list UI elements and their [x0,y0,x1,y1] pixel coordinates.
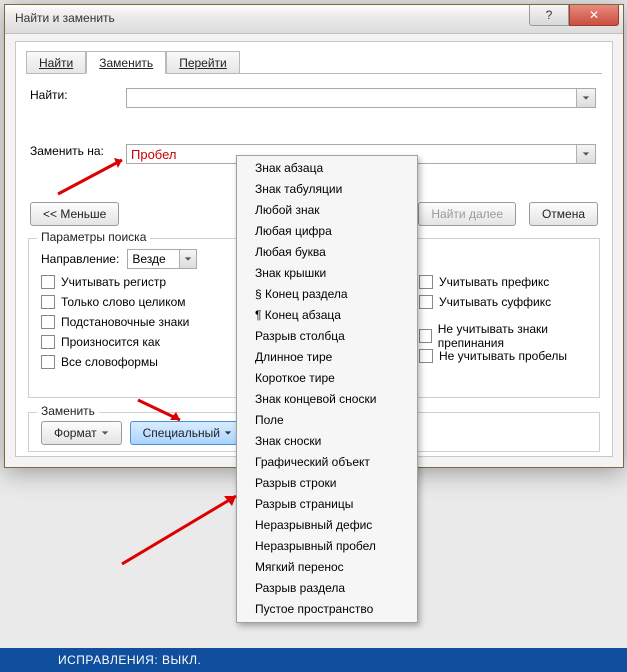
chevron-down-icon [184,255,192,263]
find-row: Найти: [30,88,126,102]
menu-item[interactable]: Неразрывный пробел [237,536,417,557]
menu-item[interactable]: Разрыв раздела [237,578,417,599]
replace-row: Заменить на: [30,144,126,158]
checkbox-icon [41,335,55,349]
menu-item[interactable]: § Конец раздела [237,284,417,305]
special-menu[interactable]: Знак абзаца Знак табуляции Любой знак Лю… [236,155,418,623]
tab-goto[interactable]: Перейти [166,51,240,74]
status-text: ИСПРАВЛЕНИЯ: ВЫКЛ. [58,653,201,667]
left-checks: Учитывать регистр Только слово целиком П… [41,273,189,371]
menu-item[interactable]: Любой знак [237,200,417,221]
menu-item[interactable]: Пустое пространство [237,599,417,620]
chevron-down-icon [582,150,590,158]
direction-label: Направление: [41,252,119,266]
tab-find[interactable]: Найти [26,51,86,74]
menu-item[interactable]: Мягкий перенос [237,557,417,578]
menu-item[interactable]: Знак абзаца [237,158,417,179]
caret-down-icon [224,426,232,440]
check-whole-word[interactable]: Только слово целиком [41,293,189,311]
status-bar: ИСПРАВЛЕНИЯ: ВЫКЛ. [0,648,627,672]
cancel-wrap: Отмена [529,202,598,226]
check-sounds-like[interactable]: Произносится как [41,333,189,351]
close-icon: ✕ [589,8,599,22]
check-ignore-punct[interactable]: Не учитывать знаки препинания [419,327,599,345]
replace-group-title: Заменить [37,404,99,418]
tab-replace[interactable]: Заменить [86,51,166,74]
find-next-button[interactable]: Найти далее [418,202,516,226]
replace-label: Заменить на: [30,144,126,158]
menu-item[interactable]: Знак концевой сноски [237,389,417,410]
checkbox-icon [419,275,433,289]
help-button[interactable]: ? [529,5,569,26]
menu-item[interactable]: Знак табуляции [237,179,417,200]
check-prefix[interactable]: Учитывать префикс [419,273,599,291]
menu-item[interactable]: ¶ Конец абзаца [237,305,417,326]
checkbox-icon [419,295,433,309]
close-button[interactable]: ✕ [569,5,619,26]
find-input[interactable] [126,88,596,108]
checkbox-icon [41,355,55,369]
check-match-case[interactable]: Учитывать регистр [41,273,189,291]
checkbox-icon [41,295,55,309]
window-title: Найти и заменить [15,11,115,25]
menu-item[interactable]: Знак сноски [237,431,417,452]
direction-drop[interactable] [179,250,196,268]
chevron-down-icon [582,94,590,102]
menu-item[interactable]: Знак крышки [237,263,417,284]
help-icon: ? [546,8,553,22]
check-suffix[interactable]: Учитывать суффикс [419,293,599,311]
menu-item[interactable]: Поле [237,410,417,431]
menu-item[interactable]: Короткое тире [237,368,417,389]
menu-item[interactable]: Любая цифра [237,221,417,242]
title-bar[interactable]: Найти и заменить ? ✕ [5,5,623,34]
direction-select[interactable]: Везде [127,249,197,269]
checkbox-icon [41,315,55,329]
find-label: Найти: [30,88,126,102]
find-next-wrap: Найти далее [418,202,516,226]
replace-value: Пробел [131,147,177,162]
annotation-arrow-1 [54,154,136,198]
less-button-wrap: << Меньше [30,202,119,226]
check-word-forms[interactable]: Все словоформы [41,353,189,371]
replace-dropdown-button[interactable] [576,145,595,163]
check-wildcards[interactable]: Подстановочные знаки [41,313,189,331]
checkbox-icon [419,329,432,343]
direction-value: Везде [132,252,165,266]
right-checks: Учитывать префикс Учитывать суффикс Не у… [419,273,599,365]
menu-item[interactable]: Разрыв строки [237,473,417,494]
find-dropdown-button[interactable] [576,89,595,107]
checkbox-icon [41,275,55,289]
document-background: ИСПРАВЛЕНИЯ: ВЫКЛ. Найти и заменить ? ✕ … [0,0,627,672]
direction-row: Направление: Везде [41,249,197,269]
menu-item[interactable]: Графический объект [237,452,417,473]
check-ignore-space[interactable]: Не учитывать пробелы [419,347,599,365]
menu-item[interactable]: Разрыв столбца [237,326,417,347]
search-options-title: Параметры поиска [37,230,150,244]
menu-item[interactable]: Длинное тире [237,347,417,368]
menu-item-page-break[interactable]: Разрыв страницы [237,494,417,515]
cancel-button[interactable]: Отмена [529,202,598,226]
caret-down-icon [101,426,109,440]
special-button[interactable]: Специальный [130,421,245,445]
checkbox-icon [419,349,433,363]
tab-strip: Найти Заменить Перейти [26,50,240,74]
less-button[interactable]: << Меньше [30,202,119,226]
menu-item[interactable]: Любая буква [237,242,417,263]
format-button[interactable]: Формат [41,421,122,445]
menu-item[interactable]: Неразрывный дефис [237,515,417,536]
